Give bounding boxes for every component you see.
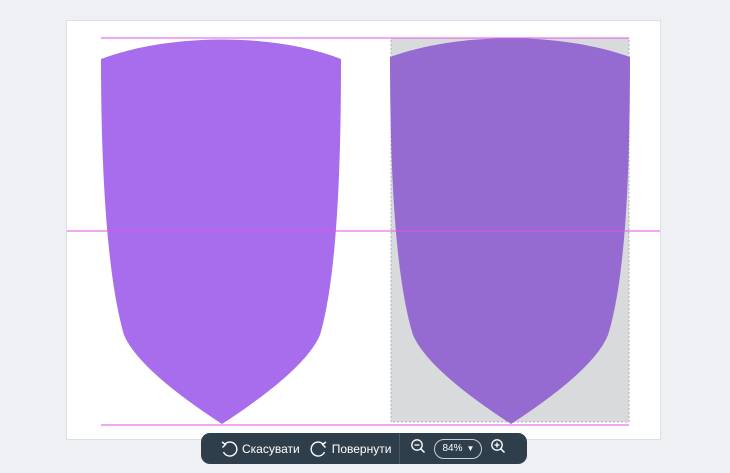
shield-shape-left[interactable]	[101, 39, 341, 425]
zoom-level-value: 84%	[442, 443, 463, 454]
redo-label: Повернути	[331, 441, 392, 456]
zoom-out-button[interactable]	[408, 439, 428, 459]
redo-icon	[310, 440, 328, 458]
undo-label: Скасувати	[242, 441, 300, 456]
toolbar-divider	[399, 433, 401, 464]
redo-button[interactable]: Повернути	[310, 433, 392, 464]
zoom-in-button[interactable]	[488, 439, 508, 459]
bottom-toolbar: Скасувати Повернути 84% ▼	[201, 433, 527, 464]
zoom-out-icon	[410, 438, 426, 459]
undo-icon	[220, 440, 238, 458]
zoom-in-icon	[490, 438, 506, 459]
zoom-level-dropdown[interactable]: 84% ▼	[434, 438, 483, 459]
canvas-artwork	[67, 37, 660, 426]
chevron-down-icon: ▼	[466, 443, 475, 453]
undo-button[interactable]: Скасувати	[220, 433, 300, 464]
